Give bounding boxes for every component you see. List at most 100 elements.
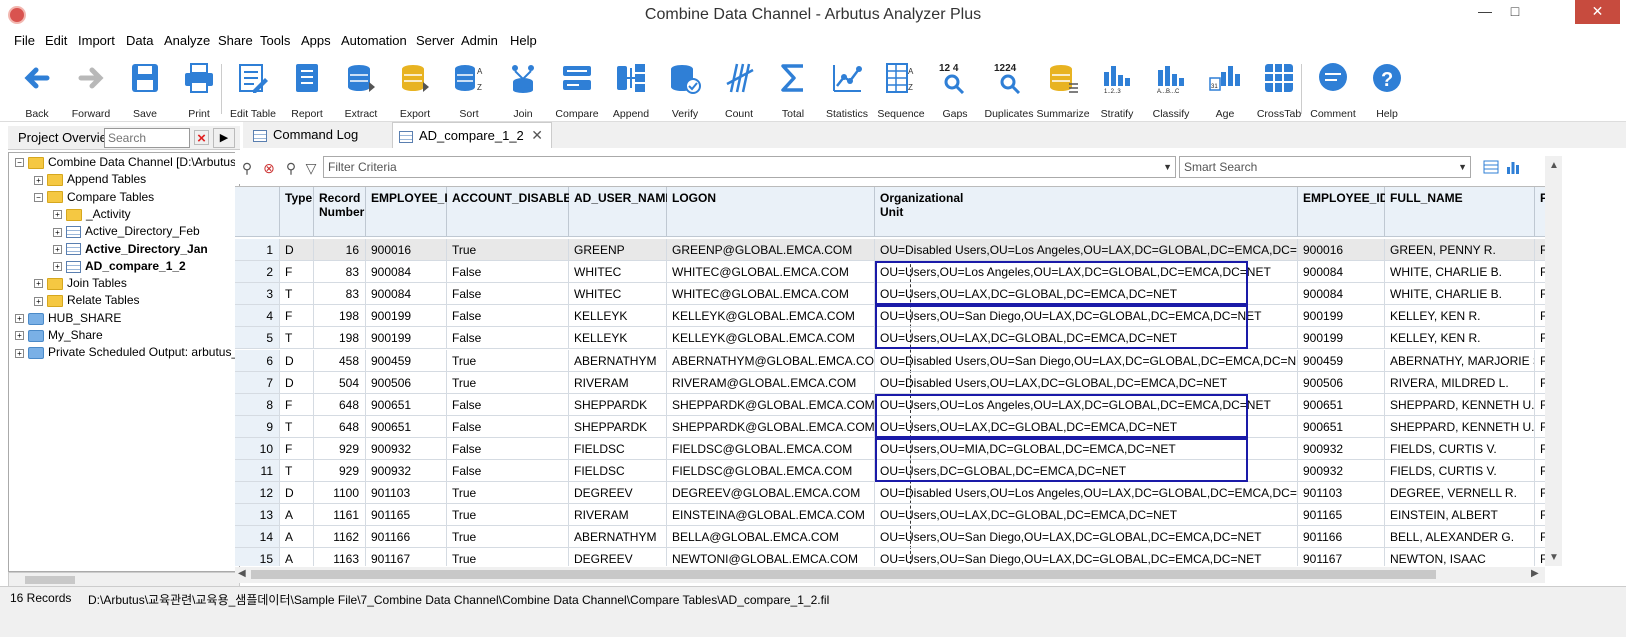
table-cell[interactable]: True <box>447 548 569 566</box>
table-cell[interactable]: 1 <box>235 239 280 261</box>
filter-criteria-input[interactable]: Filter Criteria ▼ <box>323 156 1176 178</box>
table-cell[interactable]: OU=Users,OU=San Diego,OU=LAX,DC=GLOBAL,D… <box>875 526 1298 549</box>
grid-vertical-scrollbar[interactable]: ▲ ▼ <box>1545 156 1562 566</box>
table-row[interactable]: 2 F 83 900084 False WHITEC WHITEC@GLOBAL.EMCA.… <box>235 261 1545 284</box>
table-cell[interactable]: 900084 <box>366 283 447 306</box>
table-cell[interactable]: SHEPPARD, KENNETH U. <box>1385 393 1535 416</box>
table-cell[interactable]: 16 <box>314 239 366 261</box>
table-cell[interactable]: 901167 <box>366 548 447 566</box>
table-cell[interactable]: 504 <box>314 371 366 394</box>
table-cell[interactable]: OU=Users,OU=San Diego,OU=LAX,DC=GLOBAL,D… <box>875 305 1298 328</box>
tree-node[interactable]: + _Activity <box>53 207 131 224</box>
maximize-button[interactable]: □ <box>1500 0 1530 24</box>
table-row[interactable]: 5 T 198 900199 False KELLEYK KELLEYK@GLOBAL.EM… <box>235 327 1545 350</box>
table-cell[interactable]: RIVERAM <box>569 504 667 527</box>
tree-node[interactable]: + Join Tables <box>34 276 127 293</box>
table-cell[interactable]: 648 <box>314 415 366 438</box>
table-cell[interactable]: 3 <box>235 283 280 306</box>
table-cell[interactable]: EINSTEIN, ALBERT <box>1385 504 1535 527</box>
table-cell[interactable]: OU=Users,OU=MIA,DC=GLOBAL,DC=EMCA,DC=NET <box>875 437 1298 460</box>
table-cell[interactable]: True <box>447 526 569 549</box>
table-cell[interactable]: True <box>447 504 569 527</box>
column-header[interactable] <box>235 187 280 237</box>
table-cell[interactable]: 12 <box>235 482 280 505</box>
table-row[interactable]: 13 A 1161 901165 True RIVERAM EINSTEINA@GLOBAL… <box>235 504 1545 527</box>
table-cell[interactable]: 900651 <box>1298 415 1385 438</box>
table-cell[interactable]: GREEN, PENNY R. <box>1385 239 1535 261</box>
table-cell[interactable]: F <box>280 305 314 328</box>
table-cell[interactable]: 83 <box>314 261 366 284</box>
table-cell[interactable]: True <box>447 349 569 372</box>
column-header[interactable]: FULL_NAME <box>1385 187 1535 237</box>
table-row[interactable]: 9 T 648 900651 False SHEPPARDK SHEPPARDK@GLOBA… <box>235 415 1545 438</box>
close-tab-icon[interactable]: ✕ <box>531 127 543 144</box>
table-cell[interactable]: 14 <box>235 526 280 549</box>
table-cell[interactable]: 900651 <box>366 393 447 416</box>
table-cell[interactable]: F <box>1535 526 1545 549</box>
menu-automation[interactable]: Automation <box>341 33 407 48</box>
table-cell[interactable]: 1100 <box>314 482 366 505</box>
table-cell[interactable]: ABERNATHY, MARJORIE S. <box>1385 349 1535 372</box>
table-cell[interactable]: 15 <box>235 548 280 566</box>
menu-analyze[interactable]: Analyze <box>164 33 210 48</box>
table-cell[interactable]: KELLEY, KEN R. <box>1385 327 1535 350</box>
column-header[interactable]: Type <box>280 187 314 237</box>
table-cell[interactable]: 198 <box>314 327 366 350</box>
table-cell[interactable]: SHEPPARDK <box>569 415 667 438</box>
table-row[interactable]: 12 D 1100 901103 True DEGREEV DEGREEV@GLOBAL.E… <box>235 482 1545 505</box>
table-cell[interactable]: F <box>1535 239 1545 261</box>
table-cell[interactable]: D <box>280 371 314 394</box>
table-row[interactable]: 6 D 458 900459 True ABERNATHYM ABERNATHYM@GLOB… <box>235 349 1545 372</box>
table-cell[interactable]: 900199 <box>366 327 447 350</box>
table-cell[interactable]: T <box>280 415 314 438</box>
table-cell[interactable]: 900199 <box>366 305 447 328</box>
table-row[interactable]: 10 F 929 900932 False FIELDSC FIELDSC@GLOBAL.E… <box>235 437 1545 460</box>
table-cell[interactable]: KELLEY, KEN R. <box>1385 305 1535 328</box>
table-cell[interactable]: WHITEC <box>569 261 667 284</box>
table-cell[interactable]: F <box>1535 350 1545 372</box>
table-cell[interactable]: 13 <box>235 504 280 527</box>
table-cell[interactable]: F <box>1535 504 1545 527</box>
table-cell[interactable]: KELLEYK <box>569 305 667 328</box>
table-cell[interactable]: 900506 <box>1298 371 1385 394</box>
expand-icon[interactable]: + <box>34 175 43 185</box>
table-cell[interactable]: F <box>1535 482 1545 505</box>
collapse-pane-icon[interactable]: ▶ <box>213 128 235 148</box>
menu-import[interactable]: Import <box>78 33 115 48</box>
table-cell[interactable]: FIELDS, CURTIS V. <box>1385 437 1535 460</box>
table-cell[interactable]: 901103 <box>1298 482 1385 505</box>
smart-search-dropdown-icon[interactable]: ▼ <box>1458 157 1467 177</box>
apply-filter-icon[interactable]: ⚲ <box>239 160 255 176</box>
table-cell[interactable]: 900932 <box>1298 460 1385 482</box>
table-cell[interactable]: FIELDSC <box>569 437 667 460</box>
table-cell[interactable]: NEWTON, ISAAC <box>1385 548 1535 566</box>
tree-node[interactable]: + Private Scheduled Output: arbutus_ <box>15 345 238 362</box>
table-cell[interactable]: BELLA@GLOBAL.EMCA.COM <box>667 526 875 549</box>
table-cell[interactable]: 900459 <box>1298 349 1385 372</box>
scroll-up-icon[interactable]: ▲ <box>1549 160 1559 171</box>
table-cell[interactable]: OU=Disabled Users,OU=LAX,DC=GLOBAL,DC=EM… <box>875 371 1298 394</box>
table-cell[interactable]: DEGREE, VERNELL R. <box>1385 482 1535 505</box>
menu-file[interactable]: File <box>14 33 35 48</box>
table-cell[interactable]: 929 <box>314 437 366 460</box>
table-cell[interactable]: 900084 <box>1298 283 1385 306</box>
table-cell[interactable]: SHEPPARDK@GLOBAL.EMCA.COM <box>667 415 875 438</box>
table-cell[interactable]: F <box>1535 416 1545 438</box>
tree-node[interactable]: − Compare Tables <box>34 190 154 207</box>
expand-icon[interactable]: + <box>53 262 62 272</box>
table-cell[interactable]: 900506 <box>366 371 447 394</box>
table-cell[interactable]: F <box>1535 460 1545 482</box>
table-cell[interactable]: FIELDSC <box>569 460 667 482</box>
table-cell[interactable]: 900932 <box>1298 437 1385 460</box>
table-cell[interactable]: A <box>280 526 314 549</box>
table-cell[interactable]: F <box>1535 283 1545 306</box>
table-cell[interactable]: 458 <box>314 349 366 372</box>
table-cell[interactable]: 1163 <box>314 548 366 566</box>
table-cell[interactable]: F <box>1535 548 1545 566</box>
table-row[interactable]: 15 A 1163 901167 True DEGREEV NEWTONI@GLOBAL.E… <box>235 548 1545 566</box>
column-header[interactable]: ACCOUNT_DISABLED <box>447 187 580 237</box>
table-cell[interactable]: FIELDS, CURTIS V. <box>1385 460 1535 482</box>
table-cell[interactable]: OU=Disabled Users,OU=Los Angeles,OU=LAX,… <box>875 482 1298 505</box>
table-cell[interactable]: False <box>447 437 569 460</box>
minimize-button[interactable]: — <box>1470 0 1500 24</box>
